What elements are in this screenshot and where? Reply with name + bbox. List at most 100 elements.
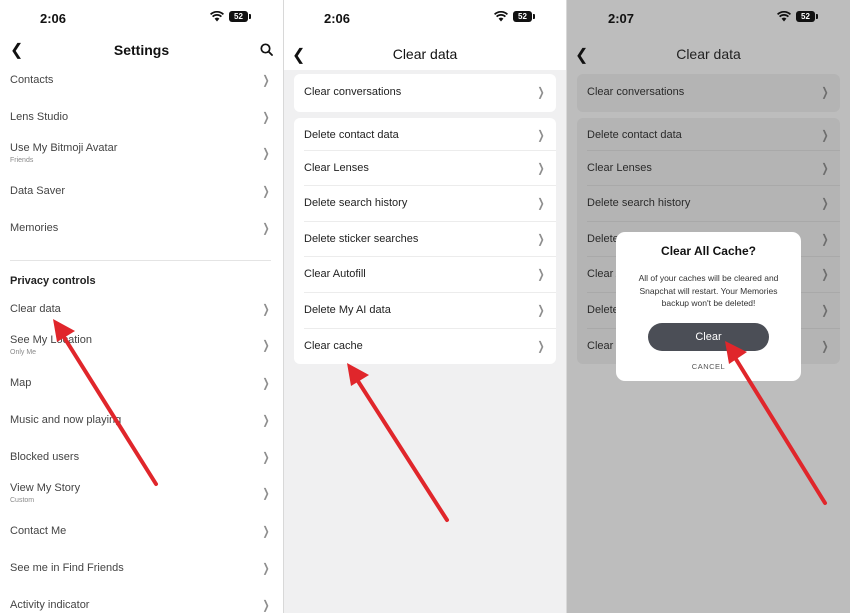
status-bar: 2:06 52 [0, 0, 283, 36]
delete-sticker-searches-row[interactable]: Delete sticker searches ❯ [294, 222, 556, 257]
delete-search-history-row[interactable]: Delete search history ❯ [577, 186, 840, 221]
page-title: Clear data [676, 46, 741, 62]
clear-lenses-row[interactable]: Clear Lenses ❯ [577, 151, 840, 186]
status-time: 2:07 [608, 11, 635, 26]
chevron-right-icon: ❯ [262, 450, 270, 464]
delete-my-ai-data-row[interactable]: Delete My AI data ❯ [294, 293, 556, 328]
cancel-button[interactable]: CANCEL [616, 362, 801, 371]
row-label: Delete sticker searches [304, 233, 419, 245]
chevron-right-icon: ❯ [262, 73, 270, 87]
row-label: See me in Find Friends [10, 562, 124, 574]
row-label: View My Story [10, 482, 81, 494]
row-sublabel: Custom [10, 497, 35, 504]
card-conversations: Clear conversations ❯ [577, 74, 840, 112]
card-data-items: Delete contact data ❯ Clear Lenses ❯ Del… [294, 118, 556, 364]
chevron-right-icon: ❯ [262, 221, 270, 235]
nav-bar: ❮ Clear data [567, 36, 850, 70]
chevron-right-icon: ❯ [821, 196, 829, 210]
chevron-right-icon: ❯ [537, 232, 545, 246]
settings-row-blocked-users[interactable]: Blocked users ❯ [0, 449, 283, 469]
row-sublabel: Friends [10, 157, 34, 164]
chevron-right-icon: ❯ [821, 267, 829, 281]
search-icon[interactable] [260, 43, 273, 56]
clear-lenses-row[interactable]: Clear Lenses ❯ [294, 151, 556, 186]
settings-screen: 2:06 52 ❮ Settings Contacts ❯ Lens Studi… [0, 0, 283, 613]
chevron-right-icon: ❯ [262, 413, 270, 427]
row-label: Map [10, 377, 32, 389]
chevron-right-icon: ❯ [262, 561, 270, 575]
row-label: Clear conversations [304, 86, 402, 98]
row-label: Delete contact data [587, 129, 682, 141]
row-label: Delete search history [587, 197, 691, 209]
row-label: Activity indicator [10, 599, 90, 611]
clear-cache-row[interactable]: Clear cache ❯ [294, 329, 556, 364]
nav-bar: ❮ Clear data [284, 36, 566, 70]
status-bar: 2:07 52 [567, 0, 850, 36]
chevron-right-icon: ❯ [821, 303, 829, 317]
chevron-right-icon: ❯ [537, 128, 545, 142]
chevron-right-icon: ❯ [537, 303, 545, 317]
settings-row-contact-me[interactable]: Contact Me ❯ [0, 523, 283, 543]
dialog-title: Clear All Cache? [661, 244, 756, 258]
status-bar: 2:06 52 [284, 0, 566, 36]
row-label: Clear data [10, 303, 61, 315]
settings-row-activity[interactable]: Activity indicator ❯ [0, 597, 283, 613]
row-label: Music and now playing [10, 414, 122, 426]
row-label: Contact Me [10, 525, 67, 537]
chevron-right-icon: ❯ [537, 339, 545, 353]
settings-row-find-friends[interactable]: See me in Find Friends ❯ [0, 560, 283, 580]
row-sublabel: Only Me [10, 349, 37, 356]
clear-conversations-row[interactable]: Clear conversations ❯ [294, 75, 556, 110]
settings-row-memories[interactable]: Memories ❯ [0, 220, 283, 240]
battery-icon: 52 [513, 11, 535, 22]
settings-row-location[interactable]: See My Location Only Me ❯ [0, 334, 283, 360]
settings-row-map[interactable]: Map ❯ [0, 375, 283, 395]
chevron-right-icon: ❯ [262, 302, 270, 316]
delete-search-history-row[interactable]: Delete search history ❯ [294, 186, 556, 221]
clear-conversations-row[interactable]: Clear conversations ❯ [577, 75, 840, 110]
battery-icon: 52 [796, 11, 818, 22]
chevron-right-icon: ❯ [537, 267, 545, 281]
chevron-right-icon: ❯ [262, 184, 270, 198]
row-label: Delete search history [304, 197, 408, 209]
row-label: Memories [10, 222, 59, 234]
row-label: Clear cache [304, 340, 363, 352]
delete-contact-data-row[interactable]: Delete contact data ❯ [294, 118, 556, 153]
chevron-right-icon: ❯ [821, 85, 829, 99]
settings-row-bitmoji[interactable]: Use My Bitmoji Avatar Friends ❯ [0, 142, 283, 168]
section-header-privacy: Privacy controls [10, 275, 96, 287]
row-label: Clear Lenses [304, 162, 369, 174]
settings-row-data-saver[interactable]: Data Saver ❯ [0, 183, 283, 203]
dialog-message: All of your caches will be cleared and S… [638, 273, 779, 308]
clear-autofill-row[interactable]: Clear Autofill ❯ [294, 257, 556, 292]
card-conversations: Clear conversations ❯ [294, 74, 556, 112]
settings-row-view-story[interactable]: View My Story Custom ❯ [0, 482, 283, 508]
chevron-right-icon: ❯ [262, 146, 270, 160]
chevron-right-icon: ❯ [821, 232, 829, 246]
row-label: Delete contact data [304, 129, 399, 141]
chevron-right-icon: ❯ [821, 128, 829, 142]
page-title: Settings [113, 42, 170, 58]
row-label: Clear conversations [587, 86, 685, 98]
chevron-right-icon: ❯ [537, 85, 545, 99]
nav-bar: ❮ Settings [0, 36, 283, 66]
settings-row-lens-studio[interactable]: Lens Studio ❯ [0, 109, 283, 129]
wifi-icon [777, 11, 791, 22]
wifi-icon [210, 11, 224, 22]
clear-data-screen: 2:06 52 ❮ Clear data Clear conversations… [284, 0, 566, 613]
row-label: Use My Bitmoji Avatar [10, 142, 118, 154]
settings-row-contacts[interactable]: Contacts ❯ [0, 72, 283, 92]
chevron-right-icon: ❯ [537, 161, 545, 175]
chevron-right-icon: ❯ [262, 598, 270, 612]
wifi-icon [494, 11, 508, 22]
settings-row-music[interactable]: Music and now playing ❯ [0, 412, 283, 432]
row-label: Clear Lenses [587, 162, 652, 174]
status-time: 2:06 [40, 11, 67, 26]
delete-contact-data-row[interactable]: Delete contact data ❯ [577, 118, 840, 153]
status-time: 2:06 [324, 11, 351, 26]
clear-button[interactable]: Clear [648, 323, 769, 351]
row-label: Lens Studio [10, 111, 69, 123]
page-title: Clear data [392, 46, 458, 62]
chevron-right-icon: ❯ [821, 161, 829, 175]
settings-row-clear-data[interactable]: Clear data ❯ [0, 301, 283, 321]
